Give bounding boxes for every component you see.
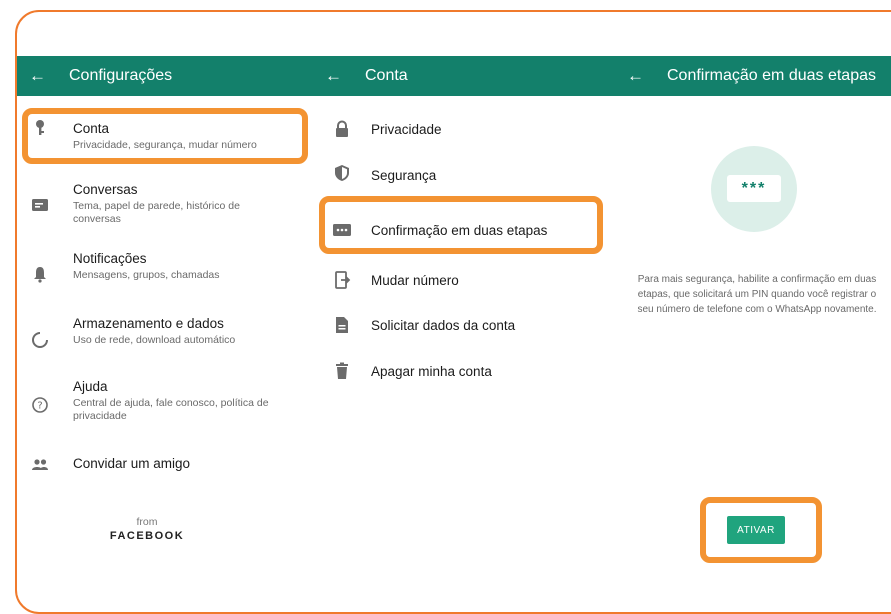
pin-illustration: *** [711, 146, 797, 232]
account-item-solicitar-dados[interactable]: Solicitar dados da conta [313, 316, 605, 344]
two-step-header: ← Confirmação em duas etapas [615, 56, 876, 96]
account-panel: Privacidade Segurança Confirmação em dua… [313, 96, 605, 612]
two-step-panel: *** Para mais segurança, habilite a conf… [605, 96, 891, 612]
back-arrow-icon[interactable]: ← [17, 66, 69, 86]
page-title: Conta [365, 67, 408, 84]
app-bar: ← Configurações ← Conta ← Confirmação em… [17, 56, 891, 96]
page-title: Confirmação em duas etapas [667, 67, 876, 84]
highlight-box [319, 196, 603, 254]
account-item-apagar-conta[interactable]: Apagar minha conta [313, 362, 605, 390]
storage-icon [32, 332, 48, 348]
account-item-mudar-numero[interactable]: Mudar número [313, 271, 605, 299]
item-subtitle: Central de ajuda, fale conosco, política… [73, 397, 269, 422]
lock-icon [336, 120, 348, 137]
document-icon [336, 317, 348, 333]
trash-icon [336, 362, 348, 379]
two-step-description: Para mais segurança, habilite a confirma… [637, 274, 877, 315]
svg-text:?: ? [37, 401, 42, 412]
account-item-seguranca[interactable]: Segurança [313, 164, 605, 192]
phone-change-icon [335, 271, 351, 289]
settings-item-armazenamento[interactable]: Armazenamento e dados Uso de rede, downl… [17, 316, 307, 366]
settings-item-convidar[interactable]: Convidar um amigo [17, 454, 307, 484]
help-icon: ? [32, 397, 48, 413]
page-title: Configurações [69, 67, 173, 84]
back-arrow-icon[interactable]: ← [615, 66, 667, 86]
item-label: Apagar minha conta [371, 364, 492, 379]
item-label: Notificações [73, 251, 147, 266]
facebook-logo: FACEBOOK [109, 530, 185, 542]
item-label: Privacidade [371, 122, 442, 137]
chat-icon [32, 199, 48, 211]
highlight-box [700, 497, 822, 563]
settings-panel: Conta Privacidade, segurança, mudar núme… [17, 96, 308, 612]
illustration-frame: ← Configurações ← Conta ← Confirmação em… [15, 10, 891, 614]
account-header: ← Conta [313, 56, 408, 96]
pin-asterisks: *** [727, 175, 781, 202]
account-item-privacidade[interactable]: Privacidade [313, 118, 605, 146]
item-label: Ajuda [73, 379, 108, 394]
item-subtitle: Mensagens, grupos, chamadas [73, 269, 220, 281]
item-label: Conversas [73, 182, 138, 197]
settings-item-conversas[interactable]: Conversas Tema, papel de parede, históri… [17, 182, 307, 240]
back-arrow-icon[interactable]: ← [313, 66, 365, 86]
shield-icon [335, 165, 349, 181]
bell-icon [34, 267, 46, 283]
footer-from: from [136, 516, 158, 528]
settings-item-notificacoes[interactable]: Notificações Mensagens, grupos, chamadas [17, 251, 307, 301]
item-subtitle: Uso de rede, download automático [73, 334, 236, 346]
people-icon [32, 459, 48, 470]
item-subtitle: Tema, papel de parede, histórico de conv… [73, 200, 240, 225]
highlight-box [22, 108, 308, 164]
item-label: Solicitar dados da conta [371, 318, 516, 333]
item-label: Segurança [371, 168, 437, 183]
item-label: Mudar número [371, 273, 459, 288]
settings-item-ajuda[interactable]: ? Ajuda Central de ajuda, fale conosco, … [17, 379, 307, 439]
item-label: Armazenamento e dados [73, 316, 224, 331]
item-label: Convidar um amigo [73, 456, 191, 471]
settings-header: ← Configurações [17, 56, 172, 96]
